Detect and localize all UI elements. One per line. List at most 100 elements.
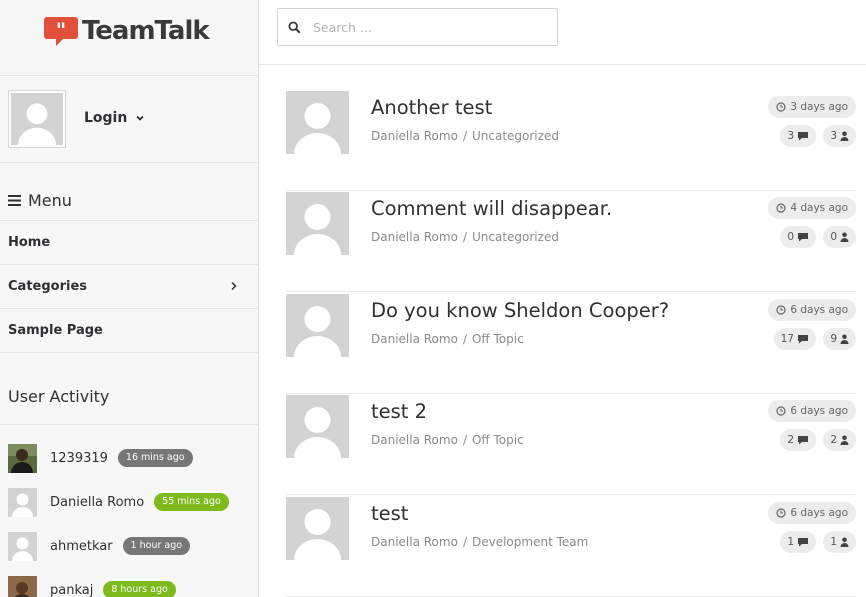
user-silhouette-icon	[286, 294, 349, 357]
menu-heading: Menu	[8, 191, 72, 210]
participant-count-badge: 2	[823, 429, 856, 451]
activity-username[interactable]: Daniella Romo	[50, 495, 144, 510]
activity-username[interactable]: ahmetkar	[50, 539, 113, 554]
clock-icon	[776, 508, 786, 518]
meta-separator: /	[462, 433, 467, 447]
activity-username[interactable]: pankaj	[50, 583, 93, 597]
user-silhouette-icon	[8, 531, 37, 561]
post-author-link[interactable]: Daniella Romo	[371, 535, 458, 549]
participant-count-badge: 1	[823, 531, 856, 553]
login-dropdown[interactable]: Login	[84, 110, 145, 126]
comment-count-badge: 2	[780, 429, 816, 451]
menu-title: Menu	[28, 191, 72, 210]
user-activity-heading: User Activity	[8, 387, 110, 406]
meta-separator: /	[462, 332, 467, 346]
post-item: test Daniella Romo / Development Team 6 da…	[286, 497, 856, 597]
search-input[interactable]	[313, 19, 543, 35]
post-author-link[interactable]: Daniella Romo	[371, 129, 458, 143]
participant-count: 2	[830, 434, 837, 446]
brand-name: TeamTalk	[82, 16, 210, 46]
comment-count-badge: 17	[773, 328, 816, 350]
divider	[0, 162, 258, 163]
post-meta: Daniella Romo / Off Topic	[371, 332, 524, 346]
post-meta: Daniella Romo / Development Team	[371, 535, 588, 549]
post-time-badge: 6 days ago	[768, 299, 856, 321]
nav-item-sample-page[interactable]: Sample Page	[0, 308, 258, 352]
comment-count: 17	[780, 333, 794, 345]
participant-count: 0	[830, 231, 837, 243]
comments-icon	[798, 538, 808, 547]
post-item: test 2 Daniella Romo / Off Topic 6 days ag…	[286, 395, 856, 495]
divider	[0, 424, 258, 425]
post-author-link[interactable]: Daniella Romo	[371, 332, 458, 346]
participant-count-badge: 0	[823, 226, 856, 248]
post-category-link[interactable]: Uncategorized	[472, 129, 559, 143]
divider	[0, 75, 258, 76]
meta-separator: /	[462, 535, 467, 549]
login-label: Login	[84, 110, 128, 126]
clock-icon	[776, 203, 786, 213]
user-photo-avatar[interactable]	[8, 443, 37, 473]
post-title[interactable]: Comment will disappear.	[371, 197, 612, 220]
post-author-link[interactable]: Daniella Romo	[371, 433, 458, 447]
chevron-down-icon	[136, 115, 144, 121]
user-icon	[840, 435, 849, 445]
activity-row: 1239319 16 mins ago	[8, 443, 253, 473]
comments-icon	[798, 132, 808, 141]
post-item: Comment will disappear. Daniella Romo / Un…	[286, 192, 856, 292]
brand-logo[interactable]: " TeamTalk	[44, 14, 210, 48]
meta-separator: /	[462, 230, 467, 244]
post-author-avatar[interactable]	[286, 497, 349, 560]
post-category-link[interactable]: Uncategorized	[472, 230, 559, 244]
user-avatar[interactable]	[8, 531, 37, 561]
comment-count: 3	[787, 130, 794, 142]
comment-count: 2	[787, 434, 794, 446]
activity-username[interactable]: 1239319	[50, 451, 108, 466]
user-icon	[840, 334, 849, 344]
activity-time-badge: 8 hours ago	[103, 581, 176, 597]
post-title[interactable]: test 2	[371, 400, 427, 423]
post-title[interactable]: Do you know Sheldon Cooper?	[371, 299, 669, 322]
clock-icon	[776, 406, 786, 416]
post-category-link[interactable]: Development Team	[472, 535, 588, 549]
participant-count: 1	[830, 536, 837, 548]
comment-count-badge: 0	[780, 226, 816, 248]
comments-icon	[798, 335, 808, 344]
top-bar	[259, 0, 866, 65]
nav-item-categories[interactable]: Categories	[0, 264, 258, 308]
user-photo-avatar[interactable]	[8, 575, 37, 597]
post-author-avatar[interactable]	[286, 395, 349, 458]
post-author-avatar[interactable]	[286, 294, 349, 357]
post-title[interactable]: Another test	[371, 96, 492, 119]
activity-row: Daniella Romo 55 mins ago	[8, 487, 253, 517]
post-time: 4 days ago	[790, 202, 848, 214]
hamburger-icon	[8, 195, 21, 206]
post-time-badge: 4 days ago	[768, 197, 856, 219]
user-avatar[interactable]	[8, 487, 37, 517]
nav-item-label: Home	[8, 234, 51, 250]
post-author-avatar[interactable]	[286, 91, 349, 154]
post-time-badge: 3 days ago	[768, 96, 856, 118]
user-icon	[840, 232, 849, 242]
post-author-avatar[interactable]	[286, 192, 349, 255]
user-silhouette-icon	[8, 487, 37, 517]
post-author-link[interactable]: Daniella Romo	[371, 230, 458, 244]
post-item: Do you know Sheldon Cooper? Daniella Rom…	[286, 294, 856, 394]
nav-item-home[interactable]: Home	[0, 220, 258, 264]
user-silhouette-icon	[286, 497, 349, 560]
post-category-link[interactable]: Off Topic	[472, 433, 524, 447]
post-time: 3 days ago	[790, 101, 848, 113]
activity-time-badge: 16 mins ago	[117, 449, 193, 467]
post-meta: Daniella Romo / Uncategorized	[371, 230, 559, 244]
divider	[0, 352, 258, 353]
post-time-badge: 6 days ago	[768, 502, 856, 524]
sidebar: " TeamTalk Login Menu Home Categories Sa…	[0, 0, 259, 597]
user-avatar[interactable]	[8, 90, 66, 148]
post-title[interactable]: test	[371, 502, 408, 525]
speech-bubble-logo-icon: "	[44, 17, 78, 46]
post-category-link[interactable]: Off Topic	[472, 332, 524, 346]
post-time-badge: 6 days ago	[768, 400, 856, 422]
post-time: 6 days ago	[790, 304, 848, 316]
photo-avatar-icon	[8, 443, 37, 473]
svg-text:": "	[56, 18, 66, 42]
